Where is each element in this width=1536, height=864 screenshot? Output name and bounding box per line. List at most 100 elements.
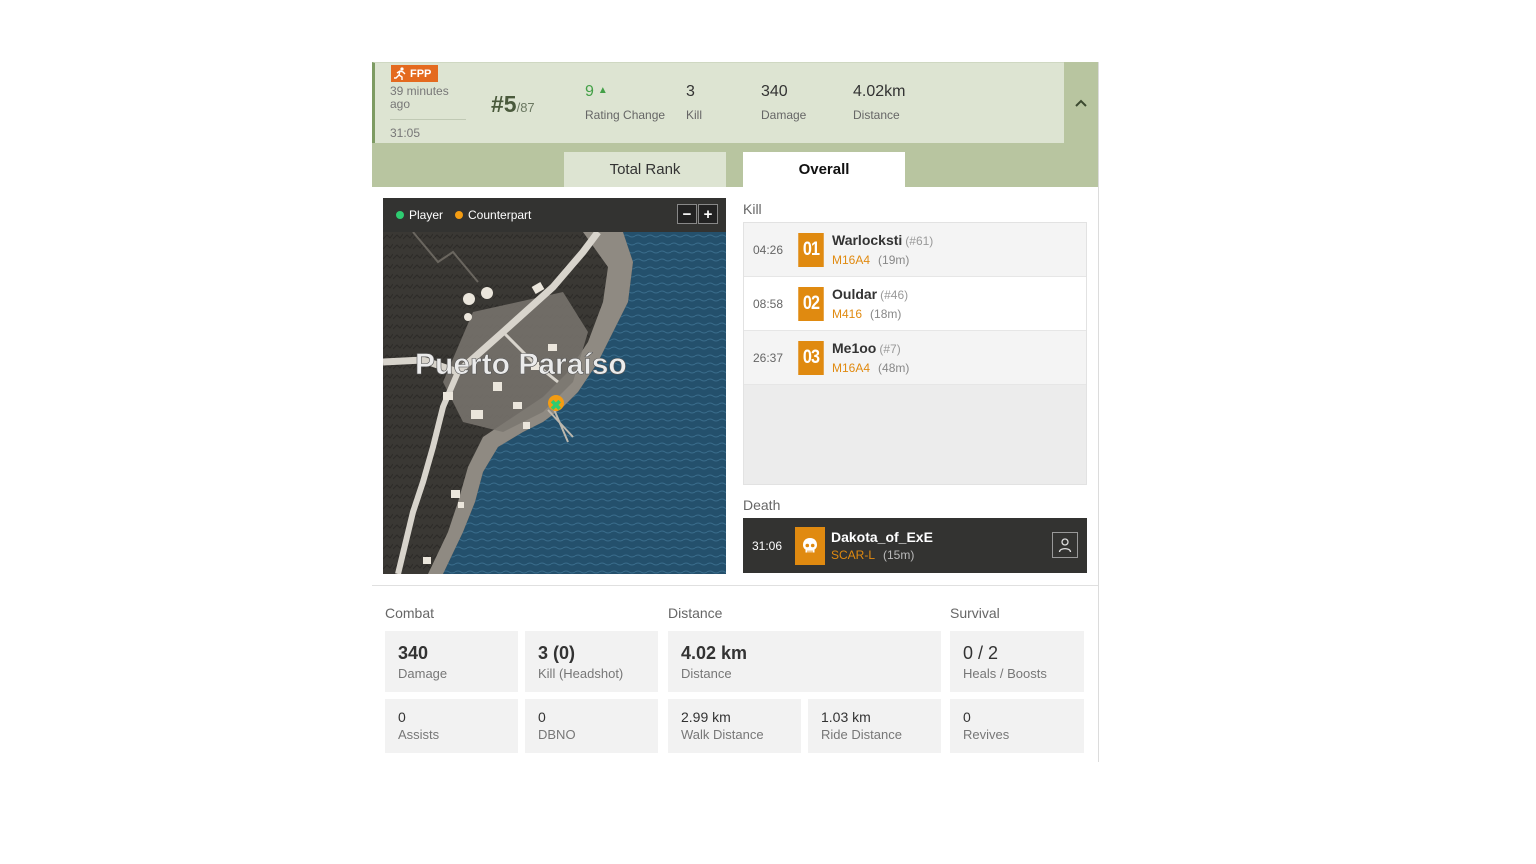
death-row[interactable]: 31:06 Dakota_of_ExE SCAR-L (15m): [743, 518, 1087, 573]
death-info: Dakota_of_ExE SCAR-L (15m): [831, 529, 933, 562]
stat-distance: 4.02km Distance: [853, 83, 905, 122]
counterpart-dot-icon: [455, 211, 464, 219]
kill-value: 3: [686, 83, 695, 100]
map-legend: Player Counterpart: [383, 198, 726, 232]
kill-distance: (19m): [878, 253, 910, 267]
tab-overall[interactable]: Overall: [743, 152, 905, 187]
kill-distance: (48m): [878, 361, 910, 375]
summary-ride-label: Ride Distance: [821, 727, 902, 742]
rank-value: #5: [491, 91, 517, 117]
kill-list: 04:26 01 Warlocksti (#61) M16A4 (19m) 08:5…: [743, 222, 1087, 485]
victim-name[interactable]: Warlocksti: [832, 232, 902, 248]
kill-time: 04:26: [753, 242, 784, 257]
map-image: ✖ Puerto Paraíso: [383, 232, 726, 574]
dbno-box: 0 DBNO: [525, 699, 658, 753]
summary-assists-value: 0: [398, 709, 406, 725]
kill-info: Warlocksti (#61) M16A4 (19m): [832, 232, 933, 267]
stat-kill: 3 Kill: [686, 83, 702, 122]
damage-value: 340: [761, 83, 788, 100]
summary-heals-label: Heals / Boosts: [963, 666, 1047, 681]
weapon-name: M16A4: [832, 361, 871, 375]
summary-revives-label: Revives: [963, 727, 1010, 742]
mode-badge: FPP: [391, 65, 438, 82]
rank-total: /87: [516, 100, 535, 115]
victim-name[interactable]: Ouldar: [832, 286, 877, 302]
death-section-label: Death: [743, 497, 781, 513]
zoom-in-button[interactable]: +: [698, 204, 718, 224]
summary-distance-label: Distance: [681, 666, 732, 681]
arrow-up-icon: ▲: [597, 85, 608, 96]
kill-row[interactable]: 26:37 03 Me1oo (#7) M16A4 (48m): [744, 331, 1086, 385]
chevron-up-icon: [1075, 99, 1087, 107]
killer-name[interactable]: Dakota_of_ExE: [831, 529, 933, 545]
death-distance: (15m): [883, 548, 915, 562]
distance-box: 4.02 km Distance: [668, 631, 941, 692]
kill-info: Ouldar (#46) M416 (18m): [832, 286, 908, 321]
summary-damage-label: Damage: [398, 666, 448, 681]
kill-row[interactable]: 08:58 02 Ouldar (#46) M416 (18m): [744, 277, 1086, 331]
ride-distance-box: 1.03 km Ride Distance: [808, 699, 941, 753]
summary-walk-label: Walk Distance: [681, 727, 764, 742]
kill-label: Kill: [686, 108, 703, 122]
match-rank: #5/87: [491, 91, 535, 118]
victim-rank: (#46): [880, 288, 909, 302]
summary-damage-value: 340: [398, 643, 429, 663]
stat-rating-change: 9 ▲ Rating Change: [585, 83, 665, 122]
legend-player-label: Player: [409, 208, 444, 222]
user-icon: [1058, 538, 1072, 553]
mode-label: FPP: [410, 67, 432, 80]
kill-info: Me1oo (#7) M16A4 (48m): [832, 340, 909, 375]
legend-player: Player: [396, 208, 443, 222]
zoom-out-button[interactable]: −: [677, 204, 697, 224]
kill-row[interactable]: 04:26 01 Warlocksti (#61) M16A4 (19m): [744, 223, 1086, 277]
collapse-button[interactable]: [1064, 62, 1098, 143]
match-header[interactable]: FPP 39 minutes ago 31:05 #5/87 9 ▲ Rating…: [372, 62, 1064, 143]
section-divider: [372, 585, 1098, 586]
distance-value: 4.02km: [853, 83, 906, 100]
summary-revives-value: 0: [963, 709, 971, 725]
summary-kills-label: Kill (Headshot): [538, 666, 624, 681]
distance-label: Distance: [853, 108, 900, 122]
stat-damage: 340 Damage: [761, 83, 806, 122]
death-time: 31:06: [752, 538, 783, 553]
weapon-name: M16A4: [832, 253, 871, 267]
kill-number-badge: 01: [798, 232, 824, 267]
summary-distance-value: 4.02 km: [681, 643, 748, 663]
walk-distance-box: 2.99 km Walk Distance: [668, 699, 801, 753]
match-map[interactable]: Player Counterpart − + ✖ Puerto Paraíso: [383, 198, 726, 574]
player-dot-icon: [396, 211, 404, 219]
player-marker: ✖: [550, 397, 562, 413]
kill-number-badge: 03: [798, 340, 824, 375]
summary-ride-value: 1.03 km: [821, 709, 871, 725]
summary-heals-value: 0 / 2: [963, 643, 999, 663]
match-duration: 31:05: [390, 126, 421, 140]
time-ago: 39 minutes ago: [390, 84, 449, 111]
victim-name[interactable]: Me1oo: [832, 340, 876, 356]
heals-box: 0 / 2 Heals / Boosts: [950, 631, 1084, 692]
rating-change-value: 9: [585, 83, 594, 100]
distance-group-label: Distance: [668, 605, 723, 621]
legend-counterpart-label: Counterpart: [468, 208, 532, 222]
tab-total-rank[interactable]: Total Rank: [564, 152, 726, 187]
revives-box: 0 Revives: [950, 699, 1084, 753]
assists-box: 0 Assists: [385, 699, 518, 753]
victim-rank: (#61): [905, 234, 934, 248]
summary-walk-value: 2.99 km: [681, 709, 731, 725]
damage-box: 340 Damage: [385, 631, 518, 692]
time-divider: [390, 119, 466, 120]
survival-label: Survival: [950, 605, 1000, 621]
summary-dbno-value: 0: [538, 709, 546, 725]
victim-rank: (#7): [879, 342, 901, 356]
kill-time: 26:37: [753, 350, 784, 365]
legend-counterpart: Counterpart: [455, 208, 531, 222]
killer-profile-button[interactable]: [1052, 532, 1078, 558]
map-location-label: Puerto Paraíso: [415, 348, 627, 381]
killer-weapon: SCAR-L: [831, 548, 876, 562]
rating-change-label: Rating Change: [585, 108, 666, 122]
combat-label: Combat: [385, 605, 435, 621]
skull-icon: [795, 526, 825, 565]
summary-kills-value: 3 (0): [538, 643, 576, 663]
tab-bar: Total Rank Overall: [372, 143, 1098, 187]
kill-section-label: Kill: [743, 201, 762, 217]
kill-distance: (18m): [870, 307, 902, 321]
